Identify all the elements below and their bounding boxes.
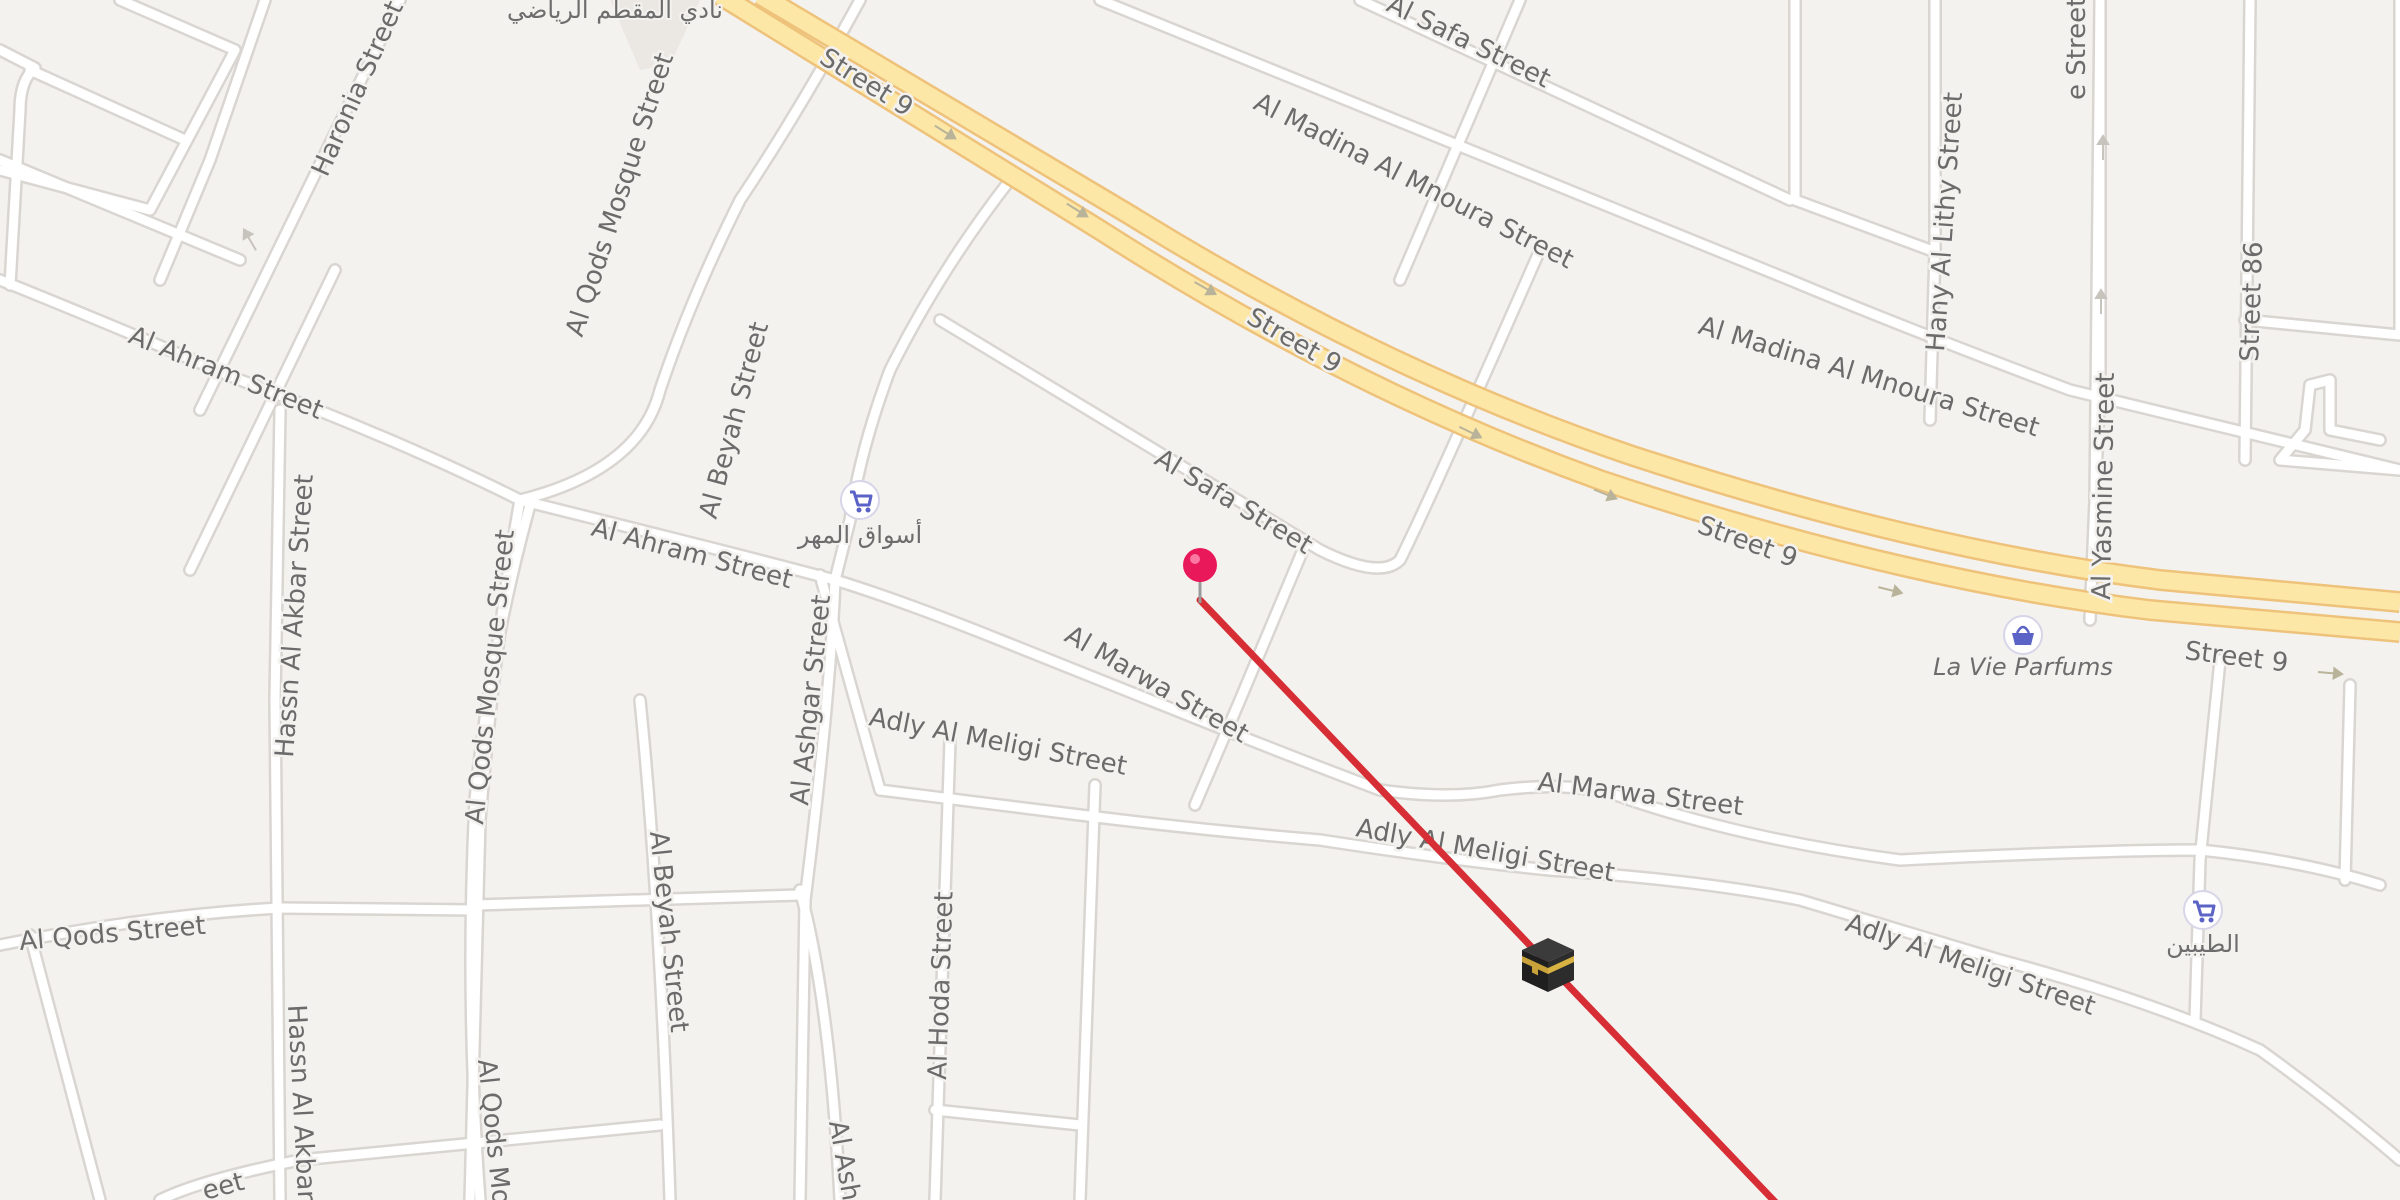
- map-canvas[interactable]: Haronia Street Al Qods Mosque Street Al …: [0, 0, 2400, 1200]
- street-label: e Street: [2062, 0, 2092, 100]
- poi-label: الطيبين: [2166, 930, 2240, 958]
- shopping-cart-icon: [840, 480, 880, 520]
- poi-label: La Vie Parfums: [1933, 653, 2113, 681]
- street-label: Al Yasmine Street: [2087, 372, 2121, 600]
- poi-label: أسواق المهر: [797, 519, 922, 549]
- shopping-cart-icon: [2183, 890, 2223, 930]
- street-label: Street 86: [2235, 241, 2269, 362]
- poi-label: نادي المقطم الرياضي: [507, 0, 723, 24]
- shopping-basket-icon: [2003, 615, 2043, 655]
- poi-sports-club[interactable]: نادي المقطم الرياضي: [505, 0, 725, 26]
